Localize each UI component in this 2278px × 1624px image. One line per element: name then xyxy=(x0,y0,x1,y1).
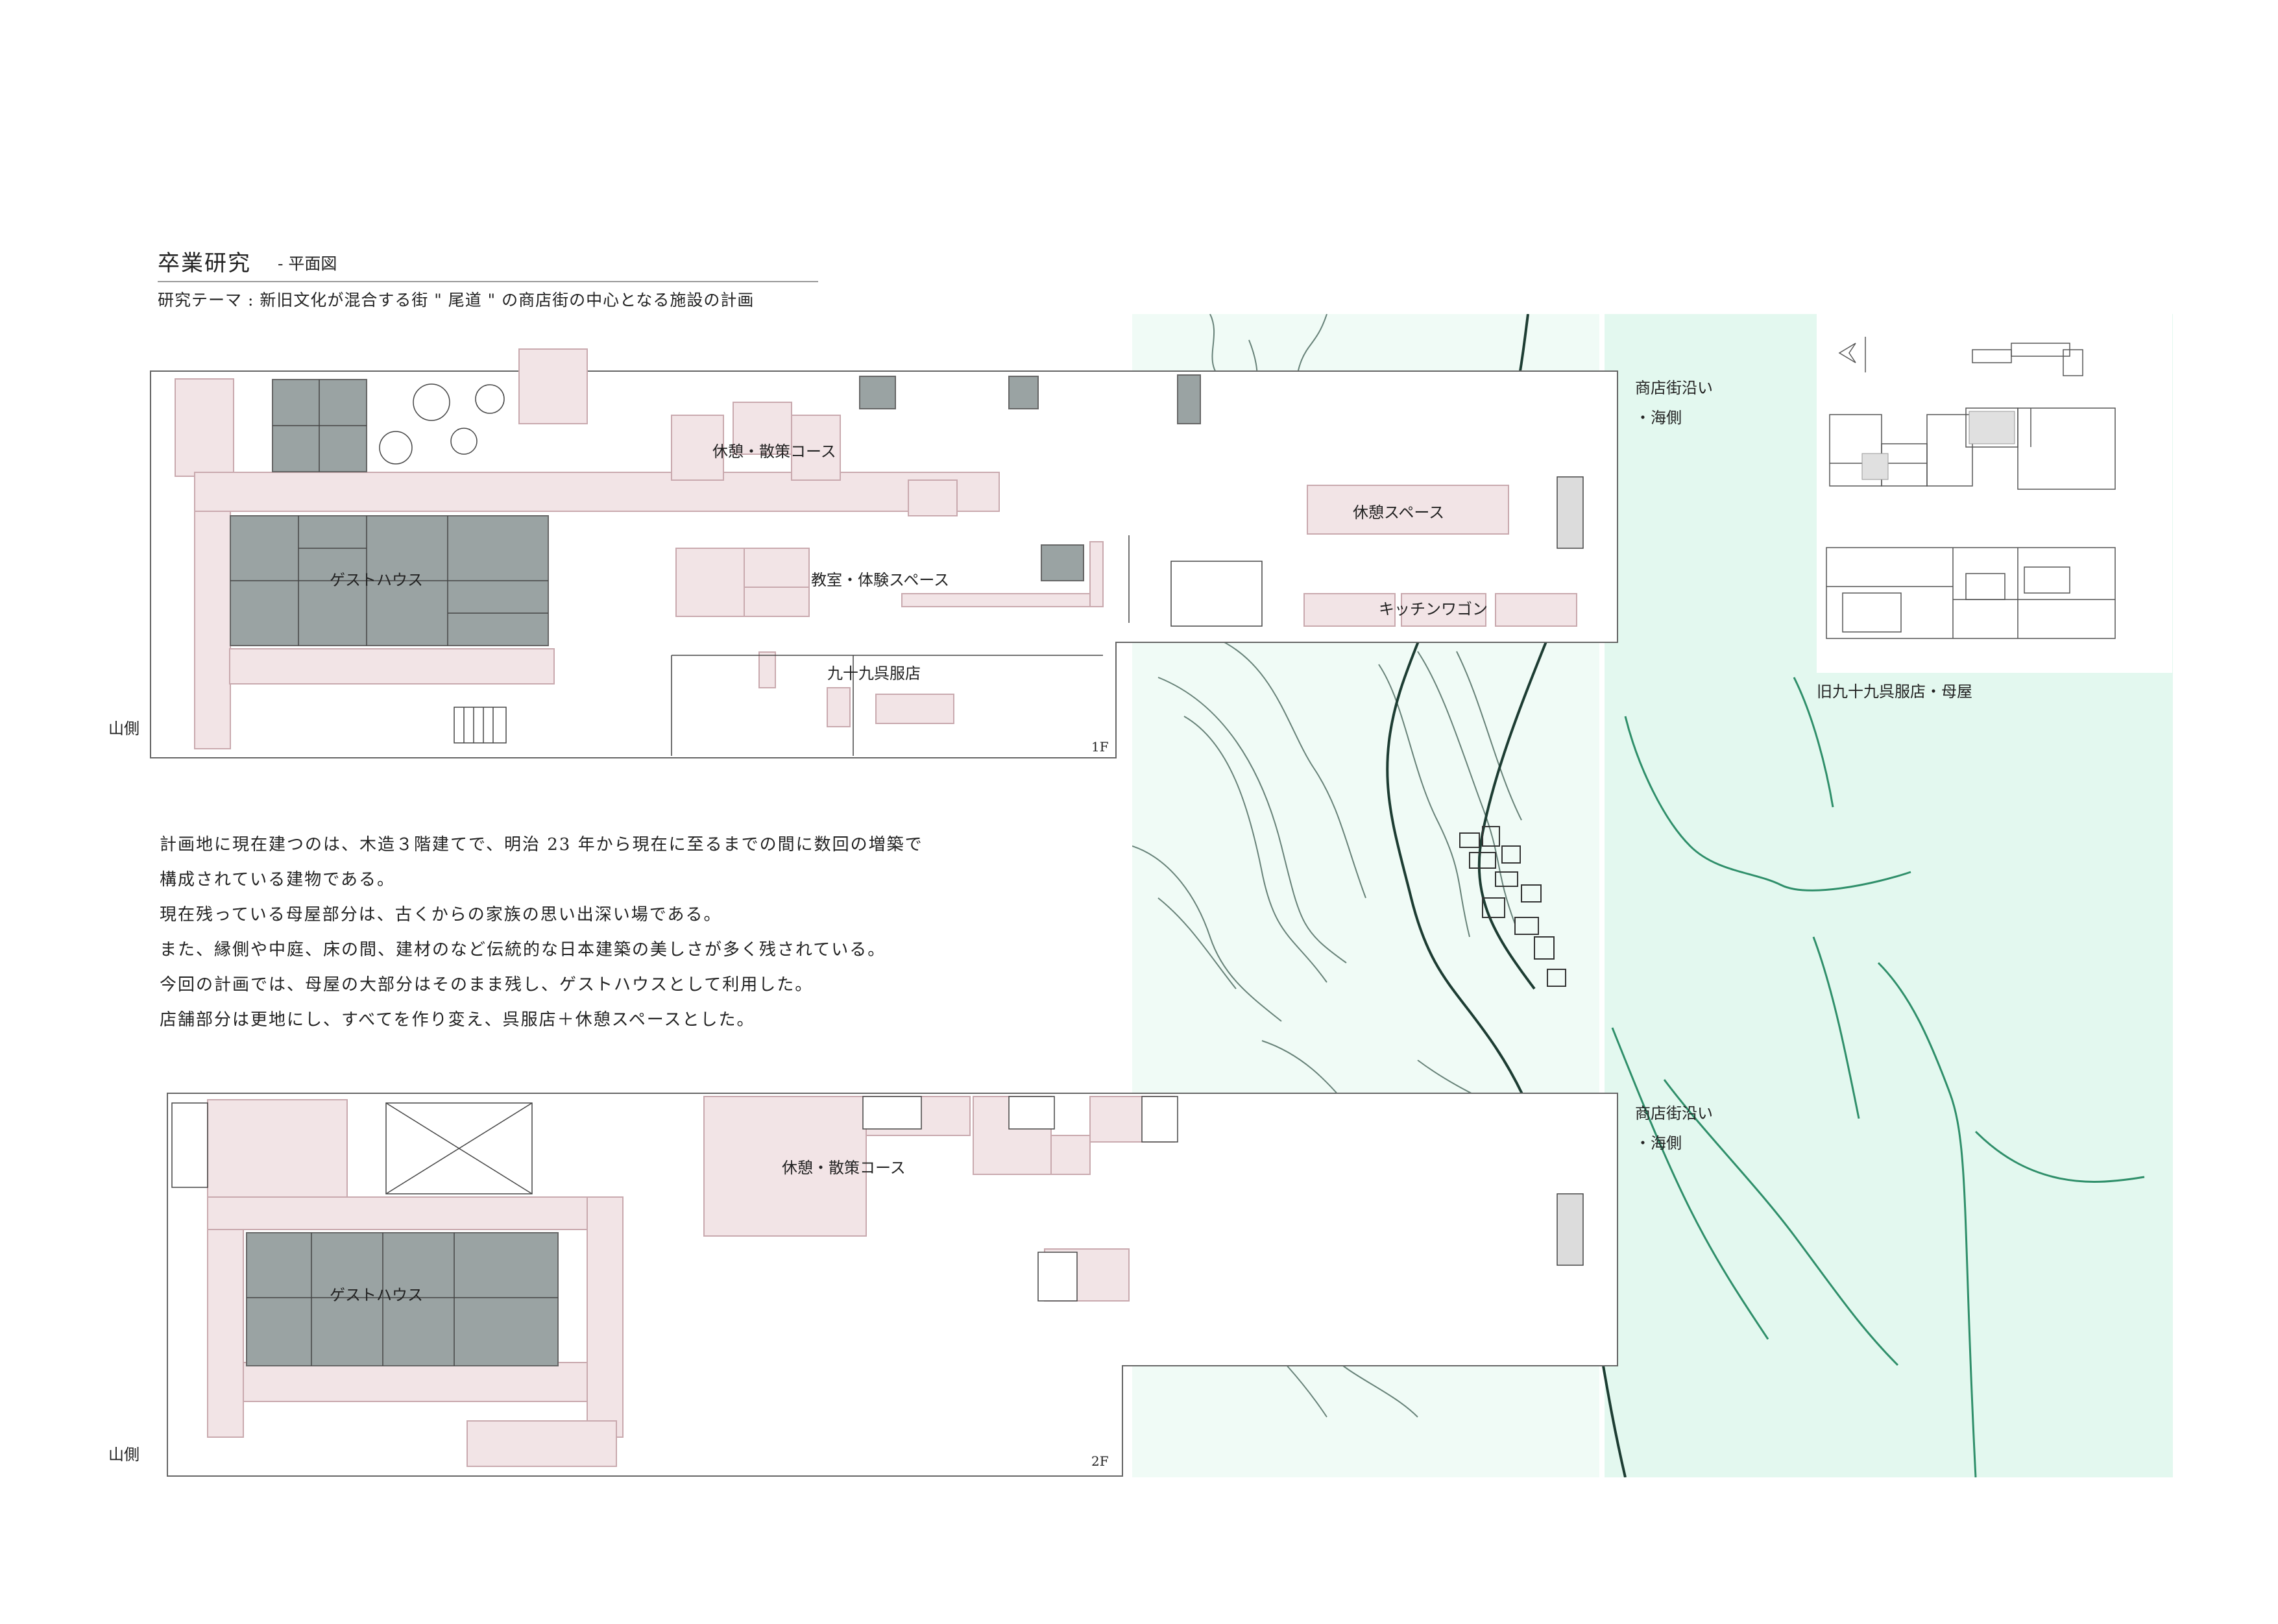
room-label-rest-course-2f: 休憩・散策コース xyxy=(782,1159,906,1177)
room-label-guesthouse-2f: ゲストハウス xyxy=(330,1286,423,1304)
floor-plan-2f-drawing xyxy=(167,1093,1618,1477)
street-label-1f-line1: 商店街沿い xyxy=(1635,379,1713,397)
floor-label-2f: 2F xyxy=(1091,1453,1109,1469)
street-label-2f-line1: 商店街沿い xyxy=(1635,1104,1713,1122)
street-label-1f-line2: ・海側 xyxy=(1635,409,1682,427)
old-building-drawing xyxy=(1826,337,2116,639)
old-building-plans xyxy=(1817,314,2172,673)
old-building-caption: 旧九十九呉服店・母屋 xyxy=(1817,683,1972,701)
side-label-mountain-2f: 山側 xyxy=(108,1446,139,1464)
street-label-2f-line2: ・海側 xyxy=(1635,1134,1682,1152)
floor-plan-2f: 休憩・散策コース ゲストハウス 商店街沿い ・海側 山側 2F xyxy=(0,0,1713,1492)
